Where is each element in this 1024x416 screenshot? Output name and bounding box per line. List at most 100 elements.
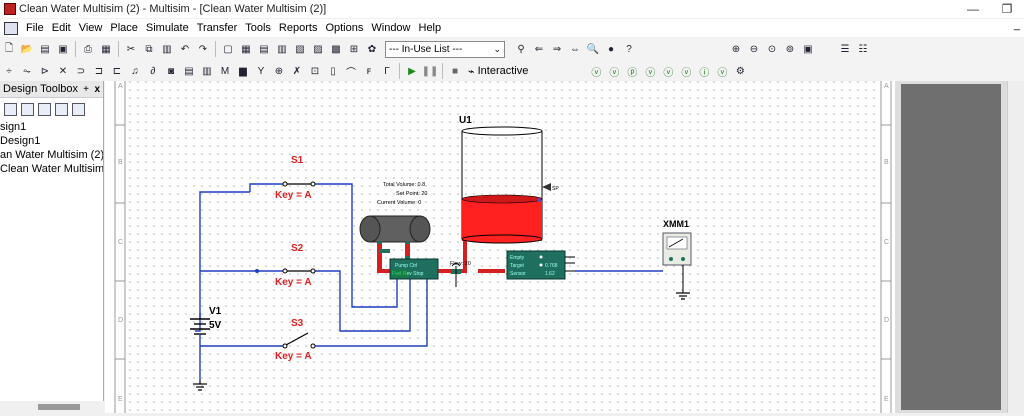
- forward-annotate-icon[interactable]: ⇒: [549, 41, 565, 57]
- bus-icon[interactable]: ▯: [325, 63, 341, 79]
- minimize-button[interactable]: —: [956, 0, 990, 18]
- postprocessor-icon[interactable]: ▩: [328, 41, 344, 57]
- probe-current-icon[interactable]: ⓥ: [606, 63, 622, 79]
- mixed-icon[interactable]: ◙: [163, 63, 179, 79]
- bus-entry-icon[interactable]: Γ: [379, 63, 395, 79]
- probe-power-icon[interactable]: ⓟ: [624, 63, 640, 79]
- level-sensor-module[interactable]: Empty Target 0.768 Sensor 1.62: [506, 250, 575, 280]
- gear-icon[interactable]: ⚙: [732, 63, 748, 79]
- vertical-scrollbar[interactable]: [1007, 81, 1024, 413]
- ladder-icon[interactable]: ⌒: [343, 63, 359, 79]
- schematic-svg[interactable]: A B C D E A B C D E V1 5V S1 Key = A S2 …: [105, 81, 895, 413]
- restore-button[interactable]: ❐: [990, 0, 1024, 18]
- menu-file[interactable]: File: [22, 22, 48, 34]
- menu-simulate[interactable]: Simulate: [142, 22, 193, 34]
- menu-view[interactable]: View: [75, 22, 107, 34]
- probe-ground-icon[interactable]: ⓥ: [714, 63, 730, 79]
- schematic-canvas[interactable]: A B C D E A B C D E V1 5V S1 Key = A S2 …: [105, 81, 895, 413]
- new-icon[interactable]: 🗋: [1, 41, 17, 57]
- tree-item-design1[interactable]: Design1: [0, 134, 103, 148]
- open-sample-icon[interactable]: ▤: [37, 41, 53, 57]
- tree-item-clean-water-2[interactable]: an Water Multisim (2): [0, 148, 103, 162]
- grapher-icon[interactable]: ▦: [238, 41, 254, 57]
- toolbox-toggle-icon[interactable]: ▧: [292, 41, 308, 57]
- new-sheet-icon[interactable]: [4, 102, 17, 116]
- menu-place[interactable]: Place: [106, 22, 142, 34]
- ni-components-icon[interactable]: ⊕: [271, 63, 287, 79]
- toggle-visibility-icon[interactable]: [72, 102, 85, 116]
- misc-icon[interactable]: M: [217, 63, 233, 79]
- connectors-icon[interactable]: ✗: [289, 63, 305, 79]
- pause-icon[interactable]: ❚❚: [422, 63, 439, 79]
- print-icon[interactable]: ⎙: [80, 41, 96, 57]
- doc-minimize-button[interactable]: _: [1014, 19, 1020, 31]
- back-annotate-icon[interactable]: ⇐: [531, 41, 547, 57]
- rf-icon[interactable]: ▆: [235, 63, 251, 79]
- zoom-sheet-icon[interactable]: ⊚: [782, 41, 798, 57]
- save-icon[interactable]: ▣: [55, 41, 71, 57]
- tree-item-root[interactable]: sign1: [0, 120, 103, 134]
- spreadsheet-icon[interactable]: ▥: [274, 41, 290, 57]
- menu-transfer[interactable]: Transfer: [193, 22, 242, 34]
- cut-icon[interactable]: ✂: [123, 41, 139, 57]
- align-left-icon[interactable]: ☰: [837, 41, 853, 57]
- close-sheet-icon[interactable]: [55, 102, 68, 116]
- advanced-peripherals-icon[interactable]: ∂: [145, 63, 161, 79]
- probe-reference-icon[interactable]: ⓥ: [660, 63, 676, 79]
- zoom-out-icon[interactable]: ⊖: [746, 41, 762, 57]
- search-example-icon[interactable]: 🔍: [585, 41, 601, 57]
- probe-differential-icon[interactable]: ⓥ: [642, 63, 658, 79]
- zoom-area-icon[interactable]: ⊙: [764, 41, 780, 57]
- undo-icon[interactable]: ↶: [177, 41, 193, 57]
- probe-icon[interactable]: ⚲: [513, 41, 529, 57]
- close-icon[interactable]: x: [94, 81, 100, 98]
- fullscreen-icon[interactable]: ▢: [220, 41, 236, 57]
- basic-icon[interactable]: ⏦: [19, 63, 35, 79]
- align-right-icon[interactable]: ☷: [855, 41, 871, 57]
- menu-tools[interactable]: Tools: [241, 22, 275, 34]
- power-icon[interactable]: ▥: [199, 63, 215, 79]
- run-icon[interactable]: ▶: [404, 63, 420, 79]
- pin-icon[interactable]: +: [83, 81, 89, 98]
- pump-controller[interactable]: Pump Ctrl Fwd Rev Stop: [389, 258, 439, 280]
- menu-help[interactable]: Help: [415, 22, 446, 34]
- cmos-icon[interactable]: ⊏: [109, 63, 125, 79]
- menu-options[interactable]: Options: [321, 22, 367, 34]
- in-use-list-select[interactable]: --- In-Use List --- ⌄: [385, 40, 505, 58]
- stop-icon[interactable]: ■: [447, 63, 463, 79]
- print-preview-icon[interactable]: ▦: [98, 41, 114, 57]
- tree-item-clean-water[interactable]: Clean Water Multisim: [0, 162, 103, 176]
- menu-reports[interactable]: Reports: [275, 22, 322, 34]
- indicator-icon[interactable]: ▤: [181, 63, 197, 79]
- scrollbar-thumb[interactable]: [38, 404, 80, 410]
- analog-icon[interactable]: ⊃: [73, 63, 89, 79]
- interactive-button[interactable]: ⌁ Interactive: [464, 65, 532, 78]
- junction-icon[interactable]: ꜰ: [361, 63, 377, 79]
- toolbox-horizontal-scrollbar[interactable]: [0, 401, 104, 413]
- paste-icon[interactable]: ▥: [159, 41, 175, 57]
- open-icon[interactable]: 📂: [19, 41, 35, 57]
- save-sheet-icon[interactable]: [38, 102, 51, 116]
- help-icon[interactable]: ?: [621, 41, 637, 57]
- menu-edit[interactable]: Edit: [48, 22, 75, 34]
- probe-settings-icon[interactable]: ⓘ: [696, 63, 712, 79]
- electromechanical-icon[interactable]: Y: [253, 63, 269, 79]
- redo-icon[interactable]: ↷: [195, 41, 211, 57]
- probe-voltage-icon[interactable]: ⓥ: [588, 63, 604, 79]
- diode-icon[interactable]: ⊳: [37, 63, 53, 79]
- copy-icon[interactable]: ⧉: [141, 41, 157, 57]
- erc-icon[interactable]: ⊞: [346, 41, 362, 57]
- transistor-icon[interactable]: ✕: [55, 63, 71, 79]
- open-sheet-icon[interactable]: [21, 102, 34, 116]
- probe-digital-icon[interactable]: ⓥ: [678, 63, 694, 79]
- coordination-icon[interactable]: ✿: [364, 41, 380, 57]
- document-icon[interactable]: [4, 21, 18, 35]
- source-icon[interactable]: ÷: [1, 63, 17, 79]
- ttl-icon[interactable]: ⊐: [91, 63, 107, 79]
- mcu-icon[interactable]: ♫: [127, 63, 143, 79]
- hierarchical-block-icon[interactable]: ⊡: [307, 63, 323, 79]
- database-icon[interactable]: ▤: [256, 41, 272, 57]
- ultiboard-icon[interactable]: ⇔: [567, 41, 583, 57]
- menu-window[interactable]: Window: [367, 22, 414, 34]
- ni-icon[interactable]: ●: [603, 41, 619, 57]
